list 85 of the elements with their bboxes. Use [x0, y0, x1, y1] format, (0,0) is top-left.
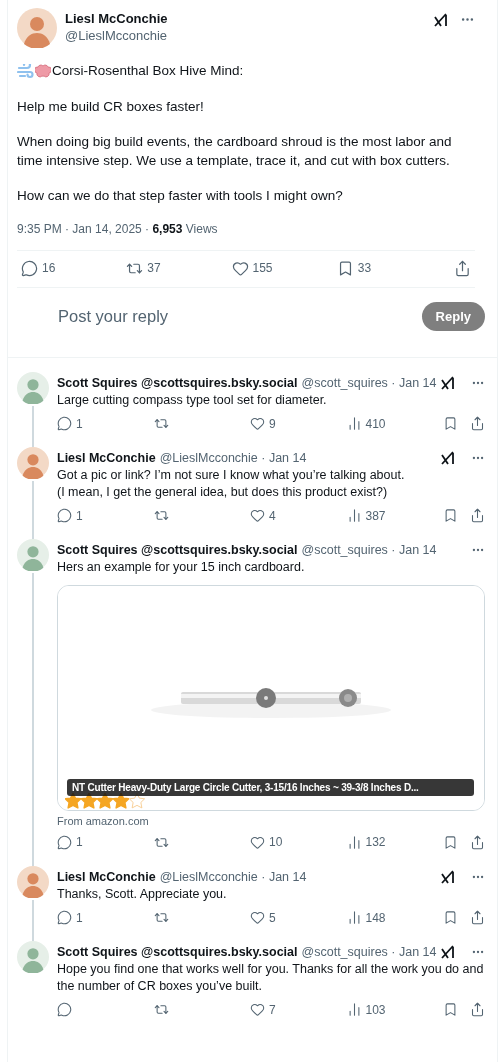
slash-icon[interactable]: [441, 869, 455, 884]
action-count: 7: [269, 1002, 276, 1017]
action-count: 103: [365, 1002, 386, 1017]
bookmark-icon[interactable]: [443, 508, 458, 523]
slash-icon[interactable]: [434, 12, 448, 27]
avatar[interactable]: [17, 865, 49, 898]
share-icon[interactable]: [470, 1002, 485, 1017]
author-handle[interactable]: @LieslMcconchie: [65, 27, 426, 44]
action-count: 16: [42, 261, 56, 275]
speech-bubble-icon[interactable]: [57, 910, 72, 925]
speech-bubble-icon[interactable]: [57, 508, 72, 523]
post-title: Corsi-Rosenthal Box Hive Mind:: [52, 62, 244, 80]
link-card[interactable]: NT Cutter Heavy-Duty Large Circle Cutter, 3-15/16 Inches ~ 39-3/8 Inches D...: [57, 584, 485, 811]
avatar[interactable]: [17, 8, 57, 48]
brain-icon: [35, 64, 51, 79]
bar-chart-icon[interactable]: [346, 910, 362, 925]
link-source[interactable]: From amazon.com: [57, 814, 485, 827]
action-count: 1: [76, 835, 83, 849]
repost-icon[interactable]: [153, 1002, 169, 1017]
heart-icon[interactable]: [250, 508, 265, 523]
heart-icon[interactable]: [250, 416, 265, 431]
repost-icon[interactable]: [153, 508, 169, 523]
bookmark-icon[interactable]: [443, 834, 458, 850]
reply-author-name[interactable]: Scott Squires @scottsquires.bsky.social: [57, 945, 298, 959]
reply-text: Got a pic or link? I’m not sure I know what you’re talking about.: [57, 467, 406, 484]
action-count: 132: [365, 835, 386, 849]
bar-chart-icon[interactable]: [346, 1002, 362, 1017]
action-count: 1: [76, 910, 83, 925]
speech-bubble-icon[interactable]: [57, 1002, 72, 1017]
action-count: 148: [365, 910, 386, 925]
reply-text: Large cutting compass type tool set for diameter.: [57, 391, 328, 408]
bookmark-icon[interactable]: [443, 416, 458, 431]
share-icon[interactable]: [470, 910, 485, 925]
share-icon[interactable]: [470, 508, 485, 523]
bar-chart-icon[interactable]: [346, 508, 362, 523]
reply-author-name[interactable]: Liesl McConchie: [57, 451, 156, 465]
action-count: 1: [76, 508, 83, 523]
share-icon[interactable]: [470, 834, 485, 850]
post-meta: 9:35 PM · Jan 14, 2025 · 6,953 Views: [17, 221, 475, 251]
action-count: 10: [269, 835, 283, 849]
reply-author-name[interactable]: Liesl McConchie: [57, 869, 156, 884]
action-count: 155: [252, 261, 273, 275]
bookmark-icon[interactable]: [443, 1002, 458, 1017]
bar-chart-icon[interactable]: [346, 834, 362, 850]
action-count: 387: [365, 508, 386, 523]
heart-icon[interactable]: [250, 834, 265, 850]
post-paragraph: Help me build CR boxes faster!: [17, 97, 205, 116]
action-count: 9: [269, 416, 276, 431]
wind-icon: [17, 63, 34, 79]
speech-bubble-icon[interactable]: [57, 416, 72, 431]
repost-icon[interactable]: [153, 416, 169, 431]
avatar[interactable]: [17, 447, 49, 479]
action-count: 4: [269, 508, 276, 523]
slash-icon[interactable]: [441, 451, 455, 465]
reply-text: Hope you find one that works well for you. Thanks for all the work you do and the number of CR boxes you’ve built.: [57, 961, 485, 994]
reply-handle[interactable]: @LieslMcconchie · Jan 14: [159, 869, 437, 884]
reply-text: (I mean, I get the general idea, but does this product exist?): [57, 483, 389, 500]
reply-handle[interactable]: @scott_squires · Jan 14: [301, 945, 437, 959]
reply-handle[interactable]: @scott_squires · Jan 14: [301, 543, 455, 557]
action-count: 5: [269, 910, 276, 925]
repost-icon[interactable]: [153, 910, 169, 925]
speech-bubble-icon[interactable]: [21, 259, 38, 277]
share-icon[interactable]: [454, 259, 471, 277]
author-name[interactable]: Liesl McConchie: [65, 10, 426, 27]
speech-bubble-icon[interactable]: [57, 834, 72, 850]
reply-author-name[interactable]: Scott Squires @scottsquires.bsky.social: [57, 543, 298, 557]
share-icon[interactable]: [470, 416, 485, 431]
action-count: 37: [147, 261, 161, 275]
heart-icon[interactable]: [250, 910, 265, 925]
post-paragraph: When doing big build events, the cardboard shroud is the most labor and time intensive step. We use a template, trace it, and cut with box cutters.: [17, 133, 453, 170]
slash-icon[interactable]: [441, 375, 455, 390]
heart-icon[interactable]: [250, 1002, 265, 1017]
bookmark-icon[interactable]: [443, 910, 458, 925]
reply-author-name[interactable]: Scott Squires @scottsquires.bsky.social: [57, 375, 298, 390]
reply-text: Thanks, Scott. Appreciate you.: [57, 885, 228, 902]
post-paragraph: How can we do that step faster with tools I might own?: [17, 187, 344, 205]
reply-handle[interactable]: @LieslMcconchie · Jan 14: [159, 451, 437, 465]
action-count: 33: [357, 261, 372, 275]
reply-text: Hers an example for your 15 inch cardboard.: [57, 559, 306, 576]
action-count: 410: [365, 416, 386, 431]
slash-icon[interactable]: [441, 945, 455, 959]
action-count: 1: [76, 416, 83, 431]
reply-handle[interactable]: @scott_squires · Jan 14: [301, 375, 437, 390]
heart-icon[interactable]: [231, 259, 249, 277]
bar-chart-icon[interactable]: [346, 416, 362, 431]
